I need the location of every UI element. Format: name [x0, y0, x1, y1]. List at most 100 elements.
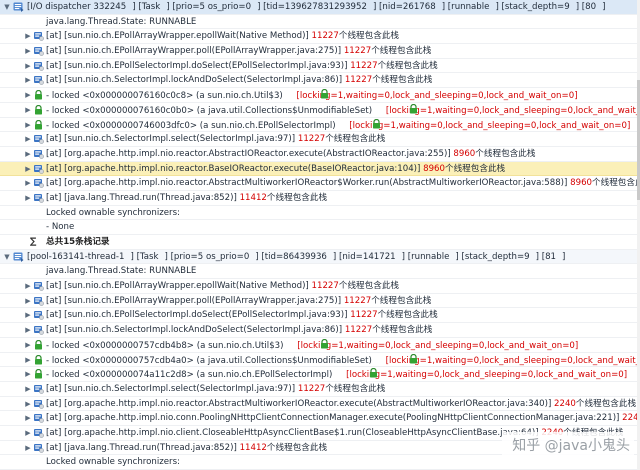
stack-frame-row[interactable]: ▶ [at] [sun.nio.ch.EPollArrayWrapper.poll… — [0, 44, 640, 59]
thread-count: 8960 — [570, 178, 593, 189]
expand-toggle-icon[interactable]: ▶ — [23, 308, 33, 322]
lock-detail: [locking=1,waiting=0,lock_and_sleeping=0… — [297, 340, 579, 351]
expand-toggle-icon[interactable]: ▶ — [23, 59, 33, 73]
frame-tag: at — [49, 31, 58, 42]
expand-toggle-icon[interactable]: ▶ — [23, 367, 33, 381]
frame-text: - locked <0x0000000757cdb4b8> (a sun.nio… — [46, 338, 579, 352]
thread-count-suffix: 个线程包含此栈 — [266, 192, 328, 203]
expand-toggle-icon[interactable]: ▶ — [23, 88, 33, 102]
expand-toggle-icon[interactable]: ▶ — [23, 147, 33, 161]
method-icon — [33, 310, 44, 321]
expand-toggle-icon[interactable]: ▶ — [23, 382, 33, 396]
lock-detail-text: locking=1,waiting=0,lock_and_sleeping=0,… — [352, 120, 627, 131]
frame-text: - locked <0x0000000746003dfc0> (a sun.ni… — [46, 118, 631, 132]
expand-toggle-icon[interactable]: ▼ — [2, 250, 12, 264]
lock-row[interactable]: ▶ - locked <0x000000076160c0c8> (a sun.ni… — [0, 88, 640, 103]
frame-text: [at] [sun.nio.ch.SelectorImpl.lockAndDoS… — [46, 325, 433, 336]
expand-toggle-icon[interactable]: ▶ — [23, 29, 33, 43]
lock-status-icon — [371, 118, 382, 129]
thread-header-field: 80 — [585, 2, 597, 12]
method-icon — [33, 178, 44, 189]
stack-frame-row[interactable]: ▶ [at] [org.apache.http.impl.nio.reactor.… — [0, 161, 640, 177]
thread-header-field: I/O dispatcher 332245 — [30, 2, 127, 12]
thread-header-row[interactable]: ▼ [pool-163141-thread-1] [Task] [prio=5 o… — [0, 249, 640, 265]
expand-toggle-icon[interactable]: ▶ — [23, 294, 33, 308]
expand-toggle-icon[interactable]: ▼ — [2, 0, 12, 14]
frame-text: [at] [sun.nio.ch.EPollSelectorImpl.doSel… — [46, 60, 438, 71]
thread-count: 11227 — [311, 31, 339, 42]
method-icon — [33, 134, 44, 144]
lock-row[interactable]: ▶ - locked <0x0000000746003dfc0> (a sun.n… — [0, 118, 640, 133]
frame-method: sun.nio.ch.SelectorImpl.lockAndDoSelect(… — [67, 75, 339, 86]
lock-detail: [locking=1,waiting=0,lock_and_sleeping=0… — [349, 120, 631, 131]
expand-toggle-icon[interactable]: ▶ — [23, 426, 33, 440]
expand-toggle-icon[interactable]: ▶ — [23, 411, 33, 425]
expand-toggle-icon[interactable]: ▶ — [23, 353, 33, 367]
lock-text: - locked <0x000000076160c0b0> (a java.ut… — [46, 105, 373, 116]
summary-text: 总共15条栈记录 — [46, 237, 110, 247]
method-icon — [33, 149, 44, 159]
lock-row[interactable]: ▶ - locked <0x0000000757cdb4a0> (a java.u… — [0, 353, 640, 368]
stack-frame-row[interactable]: ▶ [at] [sun.nio.ch.EPollSelectorImpl.doSe… — [0, 308, 640, 324]
expand-toggle-icon[interactable]: ▶ — [23, 279, 33, 293]
expand-toggle-icon[interactable]: ▶ — [23, 44, 33, 58]
stack-frame-row[interactable]: ▶ [at] [sun.nio.ch.EPollArrayWrapper.epol… — [0, 279, 640, 294]
frame-text: [at] [java.lang.Thread.run(Thread.java:8… — [46, 442, 328, 453]
stack-frame-row[interactable]: ▶ [at] [sun.nio.ch.SelectorImpl.lockAndDo… — [0, 323, 640, 338]
frame-tag: at — [49, 383, 58, 394]
expand-toggle-icon[interactable]: ▶ — [23, 103, 33, 117]
expand-toggle-icon[interactable]: ▶ — [23, 176, 33, 190]
frame-tag: at — [49, 163, 58, 174]
thread-state-row: java.lang.Thread.State: RUNNABLE — [0, 15, 640, 30]
stack-frame-row[interactable]: ▶ [at] [org.apache.http.impl.nio.reactor.… — [0, 147, 640, 162]
expand-toggle-icon[interactable]: ▶ — [23, 73, 33, 87]
thread-header-field: nid=141721 — [342, 251, 396, 262]
frame-tag: at — [49, 398, 58, 409]
thread-count-suffix: 个线程包含此栈 — [372, 75, 433, 86]
frame-tag: at — [49, 427, 58, 438]
thread-count: 11227 — [343, 46, 372, 57]
stack-frame-row[interactable]: ▶ [at] [org.apache.http.impl.nio.reactor.… — [0, 176, 640, 191]
stack-frame-row[interactable]: ▶ [at] [org.apache.http.impl.nio.reactor.… — [0, 397, 640, 412]
expand-toggle-icon[interactable]: ▶ — [23, 323, 33, 337]
lock-row[interactable]: ▶ - locked <0x0000000757cdb4b8> (a sun.ni… — [0, 338, 640, 353]
frame-method: sun.nio.ch.EPollSelectorImpl.doSelect(EP… — [67, 60, 345, 71]
expand-toggle-icon[interactable]: ▶ — [23, 191, 33, 205]
method-icon — [33, 399, 44, 409]
lock-detail: [locking=1,waiting=0,lock_and_sleeping=0… — [386, 106, 640, 116]
frame-method: org.apache.http.impl.nio.reactor.Abstrac… — [67, 398, 548, 409]
expand-toggle-icon[interactable]: ▶ — [23, 338, 33, 352]
expand-toggle-icon[interactable]: ▶ — [23, 397, 33, 411]
sigma-icon: ∑ — [30, 237, 37, 247]
lock-row[interactable]: ▶ - locked <0x000000076160c0b0> (a java.u… — [0, 103, 640, 118]
method-icon — [33, 443, 44, 453]
thread-header-row[interactable]: ▼ [I/O dispatcher 332245] [Task] [prio=5 … — [0, 0, 640, 15]
stack-frame-row[interactable]: ▶ [at] [sun.nio.ch.SelectorImpl.lockAndDo… — [0, 73, 640, 89]
sync-title-row: Locked ownable synchronizers: — [0, 206, 640, 221]
thread-header-field: pool-163141-thread-1 — [30, 251, 125, 262]
method-icon — [33, 413, 44, 424]
stack-frame-row[interactable]: ▶ [at] [org.apache.http.impl.nio.conn.Poo… — [0, 411, 640, 426]
method-icon — [33, 31, 44, 42]
frame-text: [at] [org.apache.http.impl.nio.reactor.B… — [46, 163, 506, 174]
thread-count: 8960 — [453, 148, 476, 159]
expand-toggle-icon[interactable]: ▶ — [23, 162, 33, 176]
stack-frame-row[interactable]: ▶ [at] [sun.nio.ch.SelectorImpl.select(Se… — [0, 132, 640, 147]
stack-frame-row[interactable]: ▶ [at] [java.lang.Thread.run(Thread.java:… — [0, 191, 640, 206]
expand-toggle-icon[interactable]: ▶ — [23, 118, 33, 132]
frame-text: - locked <0x0000000757cdb4a0> (a java.ut… — [46, 353, 640, 367]
frame-text: [at] [org.apache.http.impl.nio.reactor.A… — [46, 176, 640, 190]
lock-text: - locked <0x000000076160c0c8> (a sun.nio… — [46, 91, 283, 102]
method-icon — [33, 384, 44, 394]
stack-frame-row[interactable]: ▶ [at] [sun.nio.ch.EPollArrayWrapper.epol… — [0, 29, 640, 45]
thread-header-field: prio=5 os_prio=0 — [175, 2, 252, 12]
expand-toggle-icon[interactable]: ▶ — [23, 132, 33, 146]
lock-row[interactable]: ▶ - locked <0x000000074a11c2d8> (a sun.ni… — [0, 367, 640, 382]
thread-count-suffix: 个线程包含此栈 — [325, 134, 386, 145]
stack-frame-row[interactable]: ▶ [at] [sun.nio.ch.EPollArrayWrapper.poll… — [0, 294, 640, 309]
expand-toggle-icon[interactable]: ▶ — [23, 441, 33, 455]
stack-frame-row[interactable]: ▶ [at] [sun.nio.ch.EPollSelectorImpl.doSe… — [0, 59, 640, 74]
thread-header-field: nid=261768 — [382, 2, 436, 12]
frame-method: sun.nio.ch.EPollArrayWrapper.epollWait(N… — [67, 281, 306, 292]
stack-frame-row[interactable]: ▶ [at] [sun.nio.ch.SelectorImpl.select(Se… — [0, 382, 640, 397]
